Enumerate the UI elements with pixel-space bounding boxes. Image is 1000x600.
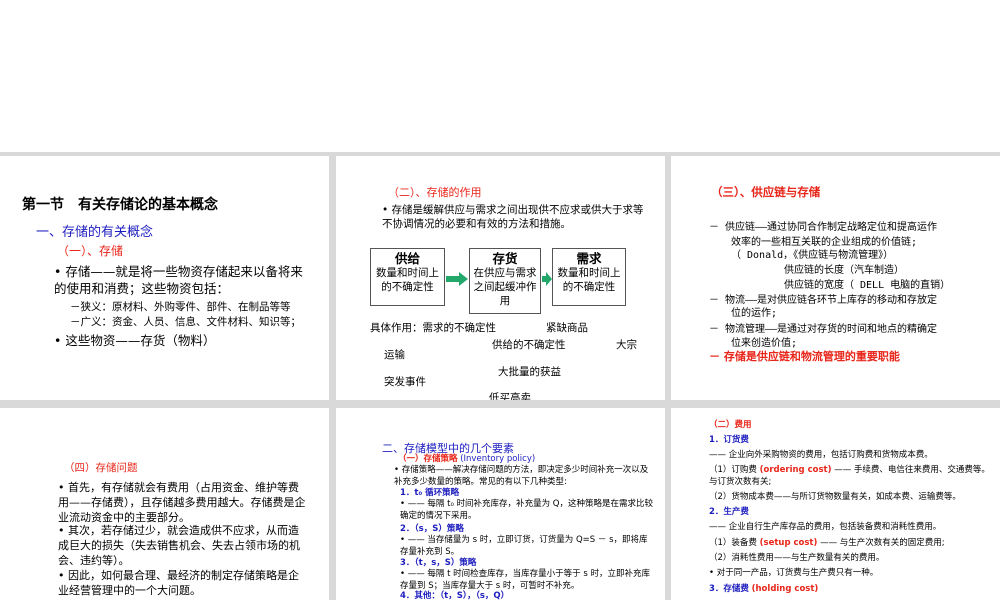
item-text: —— 与生产次数有关的固定费用; xyxy=(820,538,945,548)
bullet-paragraph: • —— 每隔 t 时间检查库存，当库存量小于等于 s 时，立即补充库存量到 S… xyxy=(400,569,650,591)
bullet-paragraph: • 存储是缓解供应与需求之间出现供不应求或供大于求等不协调情况的必要和有效的方法… xyxy=(382,204,644,230)
cost-heading: 1．订货费 xyxy=(709,435,749,445)
indented-note: 供应链的长度（汽车制造） xyxy=(784,265,904,276)
indented-note: 供应链的宽度（ DELL 电脑的直销） xyxy=(784,280,951,291)
body-text: —— 企业向外采购物资的费用，包括订购费和货物成本费。 xyxy=(709,450,933,460)
body-text: （2）消耗性费用——与生产数量有关的费用。 xyxy=(709,553,885,563)
heading-cn: 3．存储费 xyxy=(709,584,749,594)
slide-title: 第一节 有关存储论的基本概念 xyxy=(22,197,218,213)
english-term: (ordering cost) xyxy=(759,465,832,475)
demand-box: 需求 数量和时间上的不确定性 xyxy=(552,248,626,306)
body-text: • 对于同一产品，订货费与生产费只有一种。 xyxy=(709,568,879,578)
slide-thumbnail-5[interactable]: 二、存储模型中的几个要素 （一）存储策略 (Inventory policy) … xyxy=(336,408,665,600)
sub-bullet: －狭义：原材料、外购零件、部件、在制品等等 xyxy=(70,301,291,313)
body-text: （2）货物成本费——与所订货物数量有关，如成本费、运输费等。 xyxy=(709,492,961,502)
body-text: 运输 xyxy=(384,349,405,361)
box-heading: 供给 xyxy=(394,251,420,266)
body-text: （1）订购费 (ordering cost) —— 手续费、电信往来费用、交通费… xyxy=(709,465,994,488)
body-text: —— 企业自行生产库存品的费用，包括装备费和消耗性费用。 xyxy=(709,522,942,532)
body-text: 供给的不确定性 xyxy=(492,339,566,351)
body-text: （1）装备费 (setup cost) —— 与生产次数有关的固定费用; xyxy=(709,538,945,550)
box-text: 在供应与需求之间起缓冲作用 xyxy=(473,267,537,307)
bullet-paragraph: • 存储——就是将一些物资存储起来以备将来的使用和消费；这些物资包括： xyxy=(54,264,303,296)
slide-title: （二）费用 xyxy=(709,420,752,430)
english-term: (setup cost) xyxy=(759,538,818,548)
slide-title: （三）、供应链与存储 xyxy=(711,185,821,199)
box-text: 数量和时间上的不确定性 xyxy=(376,267,439,293)
dash-item-continued: （ Donald，《供应链与物流管理》） xyxy=(731,250,894,261)
inventory-box: 存货 在供应与需求之间起缓冲作用 xyxy=(469,248,541,314)
strategy-heading: 1．t₀ 循环策略 xyxy=(400,488,460,498)
item-label: （1）装备费 xyxy=(709,538,757,548)
highlight-item: － 存储是供应链和物流管理的重要职能 xyxy=(709,350,900,363)
slide-thumbnail-6[interactable]: （二）费用 1．订货费 —— 企业向外采购物资的费用，包括订购费和货物成本费。 … xyxy=(671,408,1000,600)
body-text: 突发事件 xyxy=(384,376,426,388)
dash-item-continued: 位的运作; xyxy=(731,308,778,319)
strategy-heading: 3．（t，s，S）策略 xyxy=(400,558,477,568)
strategy-heading: 2．（s，S）策略 xyxy=(400,524,464,534)
slide-thumbnail-4[interactable]: （四）存储问题 • 首先，有存储就会有费用（占用资金、维护等费用——存储费），且… xyxy=(0,408,329,600)
strategy-heading: 4．其他：（t，S），（s，Q） xyxy=(400,591,510,600)
right-arrow-icon xyxy=(542,272,552,286)
dash-item: － 物流管理——是通过对存货的时间和地点的精确定 xyxy=(709,324,938,335)
body-text: 紧缺商品 xyxy=(546,322,588,334)
supply-box: 供给 数量和时间上的不确定性 xyxy=(370,248,445,306)
cost-heading: 3．存储费 (holding cost) xyxy=(709,584,818,596)
item-label: （1）订购费 xyxy=(709,465,757,475)
section-heading: 一、存储的有关概念 xyxy=(36,225,154,240)
bullet-paragraph: • 因此，如何最合理、最经济的制定存储策略是企业经营管理中的一个大问题。 xyxy=(58,569,299,597)
body-text: 低买高卖 xyxy=(489,392,531,400)
slide-thumbnail-1[interactable]: 第一节 有关存储论的基本概念 一、存储的有关概念 （一）、存储 • 存储——就是… xyxy=(0,156,329,400)
dash-item-continued: 位来创造价值; xyxy=(731,338,798,349)
bullet-paragraph: • —— 当存储量为 s 时，立即订货，订货量为 Q=S － s，即将库存量补充… xyxy=(400,535,648,557)
subsection-heading: （一）、存储 xyxy=(57,244,124,258)
slide-thumbnail-3[interactable]: （三）、供应链与存储 － 供应链——通过协同合作制定战略定位和提高运作 效率的一… xyxy=(671,156,1000,400)
body-text: 大宗 xyxy=(616,339,637,351)
body-text: 大批量的获益 xyxy=(498,366,561,378)
cost-heading: 2．生产费 xyxy=(709,507,749,517)
box-heading: 存货 xyxy=(492,251,518,266)
box-text: 数量和时间上的不确定性 xyxy=(557,267,621,293)
bullet-paragraph: • —— 每隔 t₀ 时间补充库存，补充量为 Q，这种策略是在需求比较确定的情况… xyxy=(400,499,653,521)
subheading-cn: （一）存储策略 xyxy=(398,454,458,464)
slide-title: （二）、存储的作用 xyxy=(388,186,482,199)
slide-thumbnail-2[interactable]: （二）、存储的作用 • 存储是缓解供应与需求之间出现供不应求或供大于求等不协调情… xyxy=(336,156,665,400)
bullet-paragraph: • 首先，有存储就会有费用（占用资金、维护等费用——存储费），且存储越多费用越大… xyxy=(58,481,306,524)
english-term: (holding cost) xyxy=(751,584,819,594)
subheading: （一）存储策略 (Inventory policy) xyxy=(398,454,535,466)
subheading-en: (Inventory policy) xyxy=(460,454,536,464)
sub-bullet: －广义：资金、人员、信息、文件材料、知识等； xyxy=(70,316,301,328)
bullet-paragraph: • 存储策略——解决存储问题的方法，即决定多少时间补充一次以及补充多少数量的策略… xyxy=(394,465,649,487)
bullet-paragraph: • 这些物资——存货（物料） xyxy=(54,333,216,348)
slide-title: （四）存储问题 xyxy=(64,462,138,474)
box-heading: 需求 xyxy=(576,251,602,266)
body-text: 具体作用：需求的不确定性 xyxy=(370,322,496,334)
bullet-paragraph: • 其次，若存储过少，就会造成供不应求，从而造成巨大的损失（失去销售机会、失去占… xyxy=(58,524,300,567)
right-arrow-icon xyxy=(446,272,468,286)
dash-item: － 供应链——通过协同合作制定战略定位和提高运作 xyxy=(709,222,938,233)
